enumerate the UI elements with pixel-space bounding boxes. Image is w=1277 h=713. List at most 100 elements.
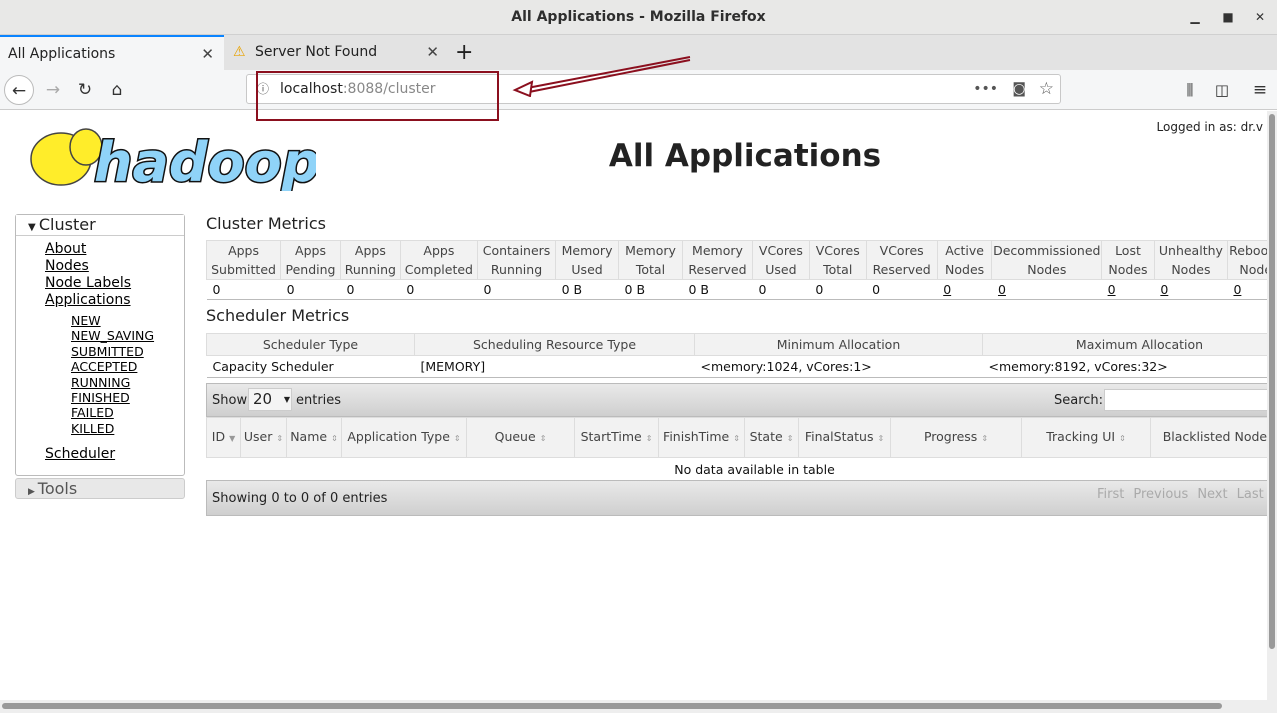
pager-last[interactable]: Last: [1237, 487, 1264, 502]
logged-in-label: Logged in as: dr.v: [1156, 120, 1263, 134]
apps-table-toolbar: Show 20 ▼ entries Search:: [206, 383, 1267, 417]
scrollbar-thumb[interactable]: [1269, 114, 1275, 649]
metric-header: Decommissioned Nodes: [991, 240, 1103, 280]
menu-icon[interactable]: ≡: [1245, 75, 1275, 105]
header-line: Nodes: [1027, 262, 1067, 277]
close-tab-icon[interactable]: ✕: [426, 35, 439, 70]
caret-right-icon: ▶: [28, 487, 38, 497]
horizontal-scrollbar[interactable]: [0, 700, 1277, 713]
sidebar: ▼ Cluster About Nodes Node Labels Applic…: [15, 214, 185, 476]
column-label: User: [243, 429, 273, 444]
metric-header: Memory Reserved: [681, 240, 753, 280]
metric-header: Apps Completed: [399, 240, 478, 280]
metric-value: 0 B: [555, 279, 619, 300]
header-line: Memory: [625, 243, 676, 258]
pager-previous[interactable]: Previous: [1133, 487, 1188, 502]
close-window-button[interactable]: ✕: [1245, 0, 1275, 34]
bookmark-star-icon[interactable]: ☆: [1039, 75, 1054, 103]
back-button[interactable]: ←: [4, 75, 34, 105]
metric-value[interactable]: 0: [1154, 279, 1228, 300]
metric-value: 0: [206, 279, 281, 300]
tab-server-not-found[interactable]: ⚠ Server Not Found ✕: [225, 35, 449, 70]
column-header-id[interactable]: ID ▼: [206, 417, 241, 458]
sidebar-icon[interactable]: ◫: [1207, 75, 1237, 105]
sidebar-link-state-killed[interactable]: KILLED: [71, 421, 114, 436]
column-label: Name: [290, 429, 328, 444]
sort-icon: ⇕: [645, 434, 653, 443]
pager-first[interactable]: First: [1097, 487, 1124, 502]
column-header-state[interactable]: State ⇕: [744, 417, 799, 458]
cluster-label: Cluster: [38, 215, 96, 234]
metric-header: Active Nodes: [936, 240, 993, 280]
column-header-finalstatus[interactable]: FinalStatus ⇕: [798, 417, 891, 458]
sidebar-link-nodes[interactable]: Nodes: [45, 258, 89, 274]
minimize-button[interactable]: ▁: [1180, 0, 1210, 34]
metric-value[interactable]: 0: [991, 279, 1102, 300]
library-icon[interactable]: ⫼: [1175, 75, 1205, 105]
column-header-tracking-ui[interactable]: Tracking UI ⇕: [1021, 417, 1151, 458]
sidebar-link-state-failed[interactable]: FAILED: [71, 405, 114, 420]
pocket-icon[interactable]: ◙: [1012, 75, 1026, 103]
tab-all-applications[interactable]: All Applications ✕: [0, 35, 224, 70]
sidebar-link-state-submitted[interactable]: SUBMITTED: [71, 344, 144, 359]
new-tab-button[interactable]: +: [455, 35, 479, 70]
header-line: Running: [490, 262, 543, 277]
header-line: Apps: [354, 243, 386, 258]
metric-value: 0: [280, 279, 341, 300]
column-header-blacklisted-nodes[interactable]: Blacklisted Nodes⇕: [1150, 417, 1267, 458]
sidebar-link-node-labels[interactable]: Node Labels: [45, 275, 131, 291]
sidebar-link-state-finished[interactable]: FINISHED: [71, 390, 130, 405]
header-line: Nodes: [1108, 262, 1148, 277]
maximize-button[interactable]: ■: [1213, 0, 1243, 34]
metric-value: 0: [477, 279, 556, 300]
metric-header: Apps Pending: [280, 240, 341, 280]
metric-value: 0: [866, 279, 938, 300]
sidebar-link-applications[interactable]: Applications: [45, 292, 131, 308]
column-header-name[interactable]: Name ⇕: [286, 417, 342, 458]
tab-label: All Applications: [8, 46, 116, 62]
page-actions-icon[interactable]: •••: [973, 75, 998, 103]
sidebar-link-about[interactable]: About: [45, 241, 86, 257]
sidebar-link-state-new[interactable]: NEW: [71, 313, 101, 328]
header-line: Lost: [1115, 243, 1141, 258]
metric-value[interactable]: 0: [1227, 279, 1267, 300]
sort-icon: ⇕: [877, 434, 885, 443]
sidebar-link-state-accepted[interactable]: ACCEPTED: [71, 359, 137, 374]
header-line: VCores: [879, 243, 924, 258]
cluster-metrics-title: Cluster Metrics: [206, 214, 326, 233]
header-line: Reserved: [872, 262, 931, 277]
close-tab-icon[interactable]: ✕: [201, 37, 214, 72]
search-label: Search:: [1054, 393, 1104, 408]
column-header-queue[interactable]: Queue ⇕: [466, 417, 575, 458]
metric-header: VCores Reserved: [865, 240, 938, 280]
cluster-section-header[interactable]: ▼ Cluster: [16, 215, 184, 236]
tools-section-header[interactable]: ▶ Tools: [15, 478, 185, 499]
sort-desc-icon: ▼: [229, 434, 236, 443]
table-info: Showing 0 to 0 of 0 entries: [212, 491, 388, 506]
header-line: Total: [823, 262, 853, 277]
header-line: Apps: [295, 243, 326, 258]
entries-select[interactable]: 20 ▼: [248, 388, 292, 411]
sidebar-link-scheduler[interactable]: Scheduler: [45, 446, 115, 462]
home-button[interactable]: ⌂: [102, 75, 132, 105]
scrollbar-thumb[interactable]: [2, 703, 1222, 709]
metric-value[interactable]: 0: [1101, 279, 1155, 300]
forward-button[interactable]: →: [38, 75, 68, 105]
hadoop-logo[interactable]: hadoop: [16, 119, 316, 191]
vertical-scrollbar[interactable]: [1267, 111, 1277, 700]
sidebar-link-state-new_saving[interactable]: NEW_SAVING: [71, 328, 154, 343]
metric-header: VCores Total: [808, 240, 867, 280]
column-header-starttime[interactable]: StartTime ⇕: [574, 417, 659, 458]
scheduler-value: Capacity Scheduler: [206, 355, 415, 378]
pager-next[interactable]: Next: [1197, 487, 1227, 502]
column-header-progress[interactable]: Progress ⇕: [890, 417, 1022, 458]
column-header-user[interactable]: User ⇕: [240, 417, 287, 458]
search-input[interactable]: [1104, 389, 1267, 411]
metric-value: 0: [809, 279, 867, 300]
metric-value[interactable]: 0: [937, 279, 992, 300]
sidebar-link-state-running[interactable]: RUNNING: [71, 375, 130, 390]
column-label: ID: [211, 429, 226, 444]
column-header-finishtime[interactable]: FinishTime ⇕: [658, 417, 745, 458]
reload-button[interactable]: ↻: [70, 75, 100, 105]
column-header-application-type[interactable]: Application Type ⇕: [341, 417, 467, 458]
